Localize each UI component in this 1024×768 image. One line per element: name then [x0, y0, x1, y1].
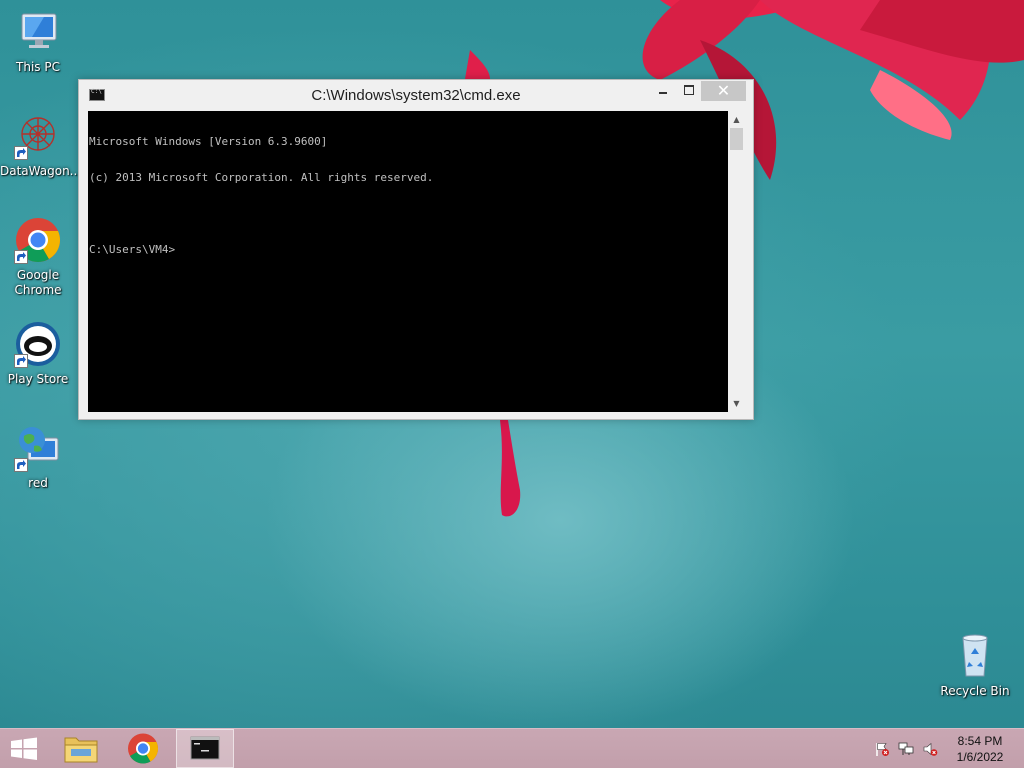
recycle-bin-icon — [951, 632, 999, 680]
minimize-icon — [658, 92, 667, 94]
desktop-icon-datawagon[interactable]: DataWagon... — [0, 112, 82, 179]
clock-time: 8:54 PM — [957, 734, 1003, 748]
console-prompt: C:\Users\VM4> — [89, 243, 176, 256]
network-globe-icon — [14, 424, 62, 472]
shortcut-arrow-icon — [14, 146, 28, 160]
desktop-icon-google-chrome[interactable]: Google Chrome — [0, 216, 76, 298]
taskbar: 8:54 PM 1/6/2022 — [0, 728, 1024, 768]
taskbar-chrome[interactable] — [114, 729, 172, 768]
start-button[interactable] — [0, 729, 58, 768]
console-line: Microsoft Windows [Version 6.3.9600] — [89, 135, 328, 148]
maximize-button[interactable] — [676, 81, 701, 101]
scroll-down-button[interactable]: ▼ — [728, 395, 745, 412]
desktop-icon-label: Recycle Bin — [940, 684, 1010, 698]
desktop-icon-label: red — [28, 476, 48, 490]
vertical-scrollbar[interactable]: ▲ ▼ — [728, 111, 745, 412]
minimize-button[interactable] — [650, 81, 675, 101]
network-icon[interactable] — [898, 741, 914, 757]
desktop-icon-play-store[interactable]: Play Store — [0, 320, 76, 387]
datawagon-icon — [14, 112, 62, 160]
play-store-icon — [14, 320, 62, 368]
desktop-icon-recycle-bin[interactable]: Recycle Bin — [937, 632, 1013, 699]
desktop-icon-label: Play Store — [7, 372, 69, 386]
scroll-up-button[interactable]: ▲ — [728, 111, 745, 128]
chrome-icon — [14, 216, 62, 264]
shortcut-arrow-icon — [14, 458, 28, 472]
close-icon: ✕ — [716, 81, 731, 100]
desktop-icon-this-pc[interactable]: This PC — [0, 8, 76, 75]
command-prompt-icon — [190, 736, 220, 760]
close-button[interactable]: ✕ — [701, 81, 746, 101]
taskbar-command-prompt[interactable] — [176, 729, 234, 768]
windows-logo-icon — [11, 737, 37, 760]
clock-date: 1/6/2022 — [956, 750, 1004, 764]
action-center-flag-icon[interactable] — [874, 741, 890, 757]
volume-muted-icon[interactable] — [922, 741, 938, 757]
desktop-icon-label: DataWagon... — [0, 164, 82, 178]
monitor-icon — [14, 8, 62, 56]
shortcut-arrow-icon — [14, 354, 28, 368]
taskbar-clock[interactable]: 8:54 PM 1/6/2022 — [948, 733, 1012, 765]
shortcut-arrow-icon — [14, 250, 28, 264]
console-output[interactable]: Microsoft Windows [Version 6.3.9600] (c)… — [88, 111, 728, 412]
taskbar-file-explorer[interactable] — [52, 729, 110, 768]
desktop-icon-label: Google Chrome — [14, 268, 62, 297]
cmd-titlebar[interactable]: C:\Windows\system32\cmd.exe ✕ — [79, 80, 753, 111]
chrome-icon — [128, 733, 158, 764]
cmd-window[interactable]: C:\Windows\system32\cmd.exe ✕ Microsoft … — [78, 79, 754, 420]
desktop-icon-red[interactable]: red — [0, 424, 76, 491]
console-line: (c) 2013 Microsoft Corporation. All righ… — [89, 171, 434, 184]
folder-icon — [64, 737, 98, 763]
desktop: This PC DataWagon... Google Chrome Play … — [0, 0, 1024, 768]
maximize-icon — [683, 85, 694, 95]
desktop-icon-label: This PC — [16, 60, 60, 74]
scroll-thumb[interactable] — [730, 128, 743, 150]
